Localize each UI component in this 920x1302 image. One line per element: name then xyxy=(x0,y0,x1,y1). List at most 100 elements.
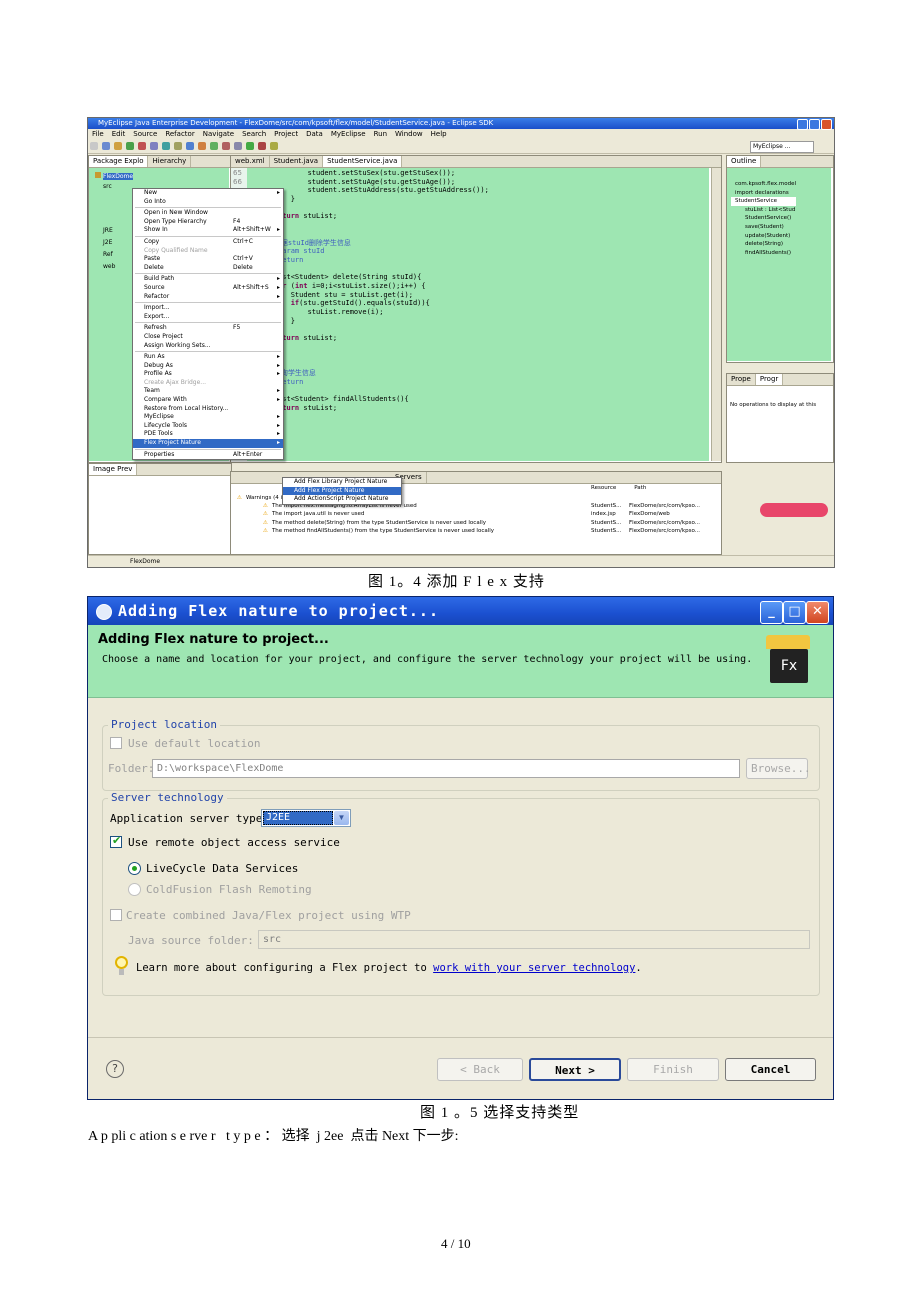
problem-row[interactable]: ⚠ The method delete(String) from the type… xyxy=(237,519,713,527)
java-source-field[interactable]: src xyxy=(258,930,810,949)
menu-item[interactable]: Project xyxy=(274,130,298,138)
menu-item[interactable]: Source xyxy=(133,130,157,138)
use-remote-object-checkbox[interactable]: ✔ xyxy=(110,834,122,848)
tree-item[interactable]: Ref xyxy=(103,250,115,262)
context-menu-item[interactable]: Run As ▸ xyxy=(133,353,283,362)
menu-item[interactable]: Window xyxy=(395,130,423,138)
context-menu-item[interactable]: Open Type Hierarchy F4 xyxy=(133,218,283,227)
menu-item[interactable]: Edit xyxy=(112,130,126,138)
context-menu-item[interactable]: Open in New Window xyxy=(133,209,283,218)
create-combined-checkbox[interactable] xyxy=(110,909,122,921)
server-technology-link[interactable]: work with your server technology xyxy=(433,962,635,974)
context-menu-item[interactable]: MyEclipse ▸ xyxy=(133,413,283,422)
context-menu-item[interactable]: Debug As ▸ xyxy=(133,362,283,371)
context-menu-label: Open Type Hierarchy xyxy=(144,217,207,225)
context-menu-item[interactable]: Lifecycle Tools ▸ xyxy=(133,422,283,431)
editor-tab[interactable]: StudentService.java xyxy=(323,156,403,167)
problem-resource: index.jsp xyxy=(591,511,616,518)
warning-icon: ⚠ xyxy=(237,495,242,501)
chevron-down-icon[interactable]: ▼ xyxy=(334,811,349,825)
context-menu-item[interactable]: Compare With ▸ xyxy=(133,396,283,405)
submenu-item[interactable]: Add Flex Library Project Nature xyxy=(283,478,401,487)
submenu-arrow-icon: ▸ xyxy=(276,226,280,234)
context-menu-item[interactable]: Refresh F5 xyxy=(133,324,283,333)
tree-item[interactable]: web xyxy=(103,262,115,274)
menu-item[interactable]: Navigate xyxy=(203,130,234,138)
panel-tab[interactable]: Hierarchy xyxy=(148,156,192,167)
context-menu-item[interactable]: Profile As ▸ xyxy=(133,370,283,379)
outline-item[interactable]: StudentService xyxy=(731,197,797,206)
app-server-type-select[interactable]: J2EE ▼ xyxy=(261,809,351,827)
menu-item[interactable]: File xyxy=(92,130,104,138)
context-menu-item[interactable]: Build Path ▸ xyxy=(133,275,283,284)
editor-scrollbar[interactable] xyxy=(711,168,721,461)
outline-item[interactable]: stuList : List<Stud xyxy=(731,206,796,215)
outline-item[interactable]: import declarations xyxy=(731,189,796,198)
menu-item[interactable]: Data xyxy=(306,130,323,138)
next-button[interactable]: Next > xyxy=(529,1058,621,1081)
lcds-radio[interactable] xyxy=(128,862,141,875)
header-title: Adding Flex nature to project... xyxy=(98,632,329,647)
tree-item[interactable]: src xyxy=(103,182,115,226)
browse-button[interactable]: Browse... xyxy=(746,758,811,779)
context-menu-item[interactable]: Properties Alt+Enter xyxy=(133,451,283,460)
outline-item[interactable]: delete(String) xyxy=(731,240,796,249)
finish-button[interactable]: Finish xyxy=(627,1058,719,1081)
outline-item[interactable]: com.kpsoft.flex.model xyxy=(731,180,796,189)
folder-field[interactable]: D:\workspace\FlexDome xyxy=(152,759,740,778)
editor-tab[interactable]: Student.java xyxy=(270,156,324,167)
code-area[interactable]: student.setStuSex(stu.getStuSex()); stud… xyxy=(257,169,489,412)
outline-item[interactable]: save(Student) xyxy=(731,223,796,232)
submenu-item[interactable]: Add Flex Project Nature xyxy=(283,486,401,496)
menu-item[interactable]: MyEclipse xyxy=(331,130,366,138)
tree-item[interactable]: J2E xyxy=(103,238,115,250)
use-default-location-checkbox[interactable] xyxy=(110,737,122,749)
context-menu-item[interactable]: Go Into xyxy=(133,198,283,207)
context-menu-item[interactable]: Refactor ▸ xyxy=(133,293,283,302)
problem-row[interactable]: ⚠ The method findAllStudents() from the t… xyxy=(237,527,713,535)
perspective-switcher[interactable]: MyEclipse ... xyxy=(750,141,814,153)
context-menu-item[interactable]: Restore from Local History... xyxy=(133,405,283,414)
cancel-button[interactable]: Cancel xyxy=(725,1058,816,1081)
outline-item[interactable]: findAllStudents() xyxy=(731,249,796,258)
minimize-icon[interactable]: _ xyxy=(760,601,783,624)
context-menu-item[interactable]: Export... xyxy=(133,313,283,322)
context-menu-item[interactable]: Close Project xyxy=(133,333,283,342)
menu-item[interactable]: Help xyxy=(431,130,447,138)
context-menu-item[interactable]: Delete Delete xyxy=(133,264,283,273)
context-menu-item[interactable]: Flex Project Nature ▸ xyxy=(133,439,283,448)
tree-item[interactable]: JRE xyxy=(103,226,115,238)
outline-item[interactable]: update(Student) xyxy=(731,232,796,241)
context-menu-item[interactable]: Source Alt+Shift+S ▸ xyxy=(133,284,283,293)
panel-tab[interactable]: Progr xyxy=(755,374,784,385)
outline-tab[interactable]: Outline xyxy=(727,156,833,168)
context-menu-item[interactable]: Paste Ctrl+V xyxy=(133,255,283,264)
problem-resource: StudentS... xyxy=(591,527,622,534)
coldfusion-radio[interactable] xyxy=(128,883,141,896)
context-menu-item[interactable]: Team ▸ xyxy=(133,387,283,396)
context-menu-item[interactable]: Create Ajax Bridge... xyxy=(133,379,283,388)
submenu-arrow-icon: ▸ xyxy=(276,387,280,395)
context-menu-item[interactable]: Assign Working Sets... xyxy=(133,342,283,351)
context-menu-item[interactable]: Copy Ctrl+C xyxy=(133,238,283,247)
maximize-icon[interactable]: □ xyxy=(783,601,806,624)
context-menu-item[interactable]: New ▸ xyxy=(133,189,283,198)
panel-tab[interactable]: Prope xyxy=(727,374,756,385)
image-preview-tab[interactable]: Image Prev xyxy=(89,464,231,476)
context-menu-item[interactable]: Import... xyxy=(133,304,283,313)
editor-tab[interactable]: web.xml xyxy=(231,156,270,167)
menu-item[interactable]: Run xyxy=(374,130,387,138)
back-button[interactable]: < Back xyxy=(437,1058,523,1081)
tree-root[interactable]: FlexDome xyxy=(95,172,134,180)
help-icon[interactable]: ? xyxy=(106,1060,124,1078)
menu-item[interactable]: Search xyxy=(242,130,266,138)
context-menu-item[interactable]: Show In Alt+Shift+W ▸ xyxy=(133,226,283,235)
panel-tab[interactable]: Package Explo xyxy=(89,156,149,167)
menu-item[interactable]: Refactor xyxy=(165,130,194,138)
outline-item[interactable]: StudentService() xyxy=(731,214,796,223)
close-icon[interactable]: ✕ xyxy=(806,601,829,624)
submenu-item[interactable]: Add ActionScript Project Nature xyxy=(283,495,401,504)
context-menu-item[interactable]: Copy Qualified Name xyxy=(133,247,283,256)
problem-row[interactable]: ⚠ The import java.util is never used index… xyxy=(237,510,713,518)
context-menu-item[interactable]: PDE Tools ▸ xyxy=(133,430,283,439)
